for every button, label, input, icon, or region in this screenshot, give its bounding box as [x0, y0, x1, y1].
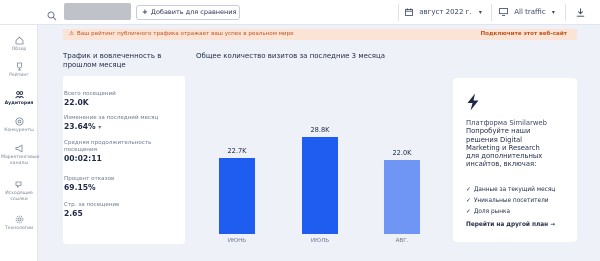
calendar-icon	[405, 8, 413, 16]
bar-value-label: 22.7K	[227, 147, 247, 155]
stat-bounce-rate: Процент отказов 69.15%	[64, 176, 114, 193]
list-item: ✓ Данные за текущий месяц	[466, 185, 576, 196]
chart-bar[interactable]	[384, 160, 420, 234]
chart-bar[interactable]	[302, 137, 338, 234]
trend-down-icon: ▾	[98, 123, 102, 131]
stat-monthly-change: Изменение за последний месяц 23.64% ▾	[64, 115, 158, 133]
sidebar-item-label: Обзор	[11, 47, 27, 52]
sidebar-item-label: Рейтинг	[9, 73, 29, 78]
download-icon	[576, 8, 585, 17]
promo-line: Попробуйте наши	[466, 127, 531, 136]
check-icon: ✓	[466, 209, 471, 215]
monitor-icon	[499, 8, 508, 16]
users-icon	[14, 90, 24, 99]
x-axis-label: ИЮНЬ	[227, 238, 247, 244]
stat-label: Изменение за последний месяц	[64, 115, 159, 121]
engagement-title: Трафик и вовлеченность в прошлом месяце	[63, 52, 161, 70]
bar-value-label: 28.8K	[310, 126, 330, 134]
promo-line: для дополнительных	[466, 152, 543, 161]
sidebar-item-label: Маркетинговые каналы	[1, 155, 40, 166]
stat-value: 69.15%	[64, 182, 96, 192]
feature-label: Данные за текущий месяц	[473, 187, 556, 193]
upgrade-plan-link[interactable]: Перейти на другой план →	[466, 222, 555, 228]
sidebar: Обзор Рейтинг Аудитория Конкуренты Марке…	[0, 25, 40, 261]
home-icon	[15, 36, 24, 45]
upgrade-plan-label: Перейти на другой план	[466, 222, 549, 228]
date-selector[interactable]: август 2022 г. ▾	[405, 5, 482, 20]
stat-value: 2.65	[64, 208, 83, 218]
site-name-redacted	[64, 3, 131, 20]
check-icon: ✓	[466, 198, 471, 204]
sidebar-item-label: Конкуренты	[4, 128, 34, 133]
sidebar-item-competitors[interactable]: Конкуренты	[0, 117, 38, 134]
divider	[565, 4, 566, 21]
engagement-title-line: Трафик и вовлеченность в	[63, 52, 162, 60]
x-axis-label: ИЮЛЬ	[310, 238, 330, 244]
sidebar-item-outgoing-links[interactable]: Исходящие ссылки	[0, 180, 38, 202]
connect-site-link[interactable]: Подключите этот веб-сайт	[480, 29, 567, 40]
lightning-icon	[466, 93, 480, 115]
target-icon	[15, 117, 24, 126]
promo-line: Платформа Similarweb	[466, 119, 547, 127]
promo-text: Платформа Similarweb Попробуйте наши реш…	[466, 119, 566, 169]
x-axis-label: АВГ.	[395, 238, 409, 244]
arrow-right-icon: →	[550, 222, 556, 228]
promo-line: Marketing и Research	[466, 143, 540, 152]
chart-bar[interactable]	[219, 158, 255, 234]
stat-label: Всего посещений	[64, 91, 116, 97]
stat-value: 00:02:11	[64, 153, 102, 163]
date-label: август 2022 г.	[419, 8, 472, 16]
gear-icon	[15, 215, 24, 224]
sidebar-item-marketing-channels[interactable]: Маркетинговые каналы	[0, 144, 40, 166]
promo-line: решения Digital	[466, 135, 523, 144]
chevron-down-icon: ▾	[478, 9, 482, 16]
plus-icon: +	[142, 8, 148, 16]
sidebar-item-label: Аудитория	[4, 101, 34, 106]
add-compare-label: Добавить для сравнения	[150, 8, 237, 16]
stat-pages-per-visit: Стр. за посещение 2.65	[64, 202, 120, 219]
divider	[398, 4, 399, 21]
engagement-title-line: прошлом месяце	[63, 61, 126, 69]
top-bar: + Добавить для сравнения август 2022 г. ▾…	[0, 0, 600, 25]
sidebar-item-label: Исходящие ссылки	[5, 191, 33, 202]
search-icon[interactable]	[47, 6, 57, 25]
stat-avg-duration: Средняя продолжительность посещения 00:0…	[64, 140, 151, 164]
sidebar-item-audience[interactable]: Аудитория	[0, 90, 38, 107]
sidebar-item-ranking[interactable]: Рейтинг	[0, 62, 38, 79]
trophy-icon	[15, 62, 24, 71]
check-icon: ✓	[466, 187, 471, 193]
banner-text: Ваш рейтинг публичного трафика отражает …	[77, 31, 294, 37]
visits-bar-chart: 22.7K ИЮНЬ 28.8K ИЮЛЬ 22.0K АВГ.	[195, 110, 445, 250]
warning-icon: ⚠	[69, 31, 75, 37]
stat-value: 23.64%	[64, 121, 96, 131]
megaphone-icon	[15, 144, 24, 153]
promo-line: инсайтов, включая:	[466, 160, 537, 169]
stat-total-visits: Всего посещений 22.0K	[64, 91, 116, 108]
traffic-label: All traffic	[514, 8, 546, 16]
chart-title: Общее количество визитов за последние 3 …	[196, 52, 386, 60]
feature-label: Доля рынка	[473, 209, 511, 215]
stat-label: Процент отказов	[64, 176, 115, 182]
list-item: ✓ Уникальные посетители	[466, 196, 576, 207]
bar-value-label: 22.0K	[392, 149, 412, 157]
feature-label: Уникальные посетители	[473, 198, 549, 204]
public-traffic-banner: ⚠ Ваш рейтинг публичного трафика отражает…	[63, 29, 577, 40]
upgrade-promo-card: Платформа Similarweb Попробуйте наши реш…	[453, 78, 577, 242]
stat-label: Стр. за посещение	[64, 202, 120, 208]
link-icon	[15, 180, 24, 189]
download-button[interactable]	[576, 5, 585, 20]
sidebar-item-label: Технологии	[4, 226, 34, 231]
divider	[491, 4, 492, 21]
stat-label: Средняя продолжительность	[64, 140, 152, 146]
sidebar-item-technologies[interactable]: Технологии	[0, 215, 38, 232]
promo-feature-list: ✓ Данные за текущий месяц ✓ Уникальные пос…	[466, 185, 576, 218]
traffic-selector[interactable]: All traffic ▾	[499, 5, 555, 20]
stat-value: 22.0K	[64, 97, 89, 107]
add-compare-button[interactable]: + Добавить для сравнения	[136, 5, 240, 20]
list-item: ✓ Доля рынка	[466, 207, 576, 218]
chevron-down-icon: ▾	[551, 9, 555, 16]
engagement-stats-card: Всего посещений 22.0K Изменение за после…	[63, 76, 185, 244]
sidebar-item-overview[interactable]: Обзор	[0, 36, 38, 53]
stat-label: посещения	[64, 146, 97, 153]
